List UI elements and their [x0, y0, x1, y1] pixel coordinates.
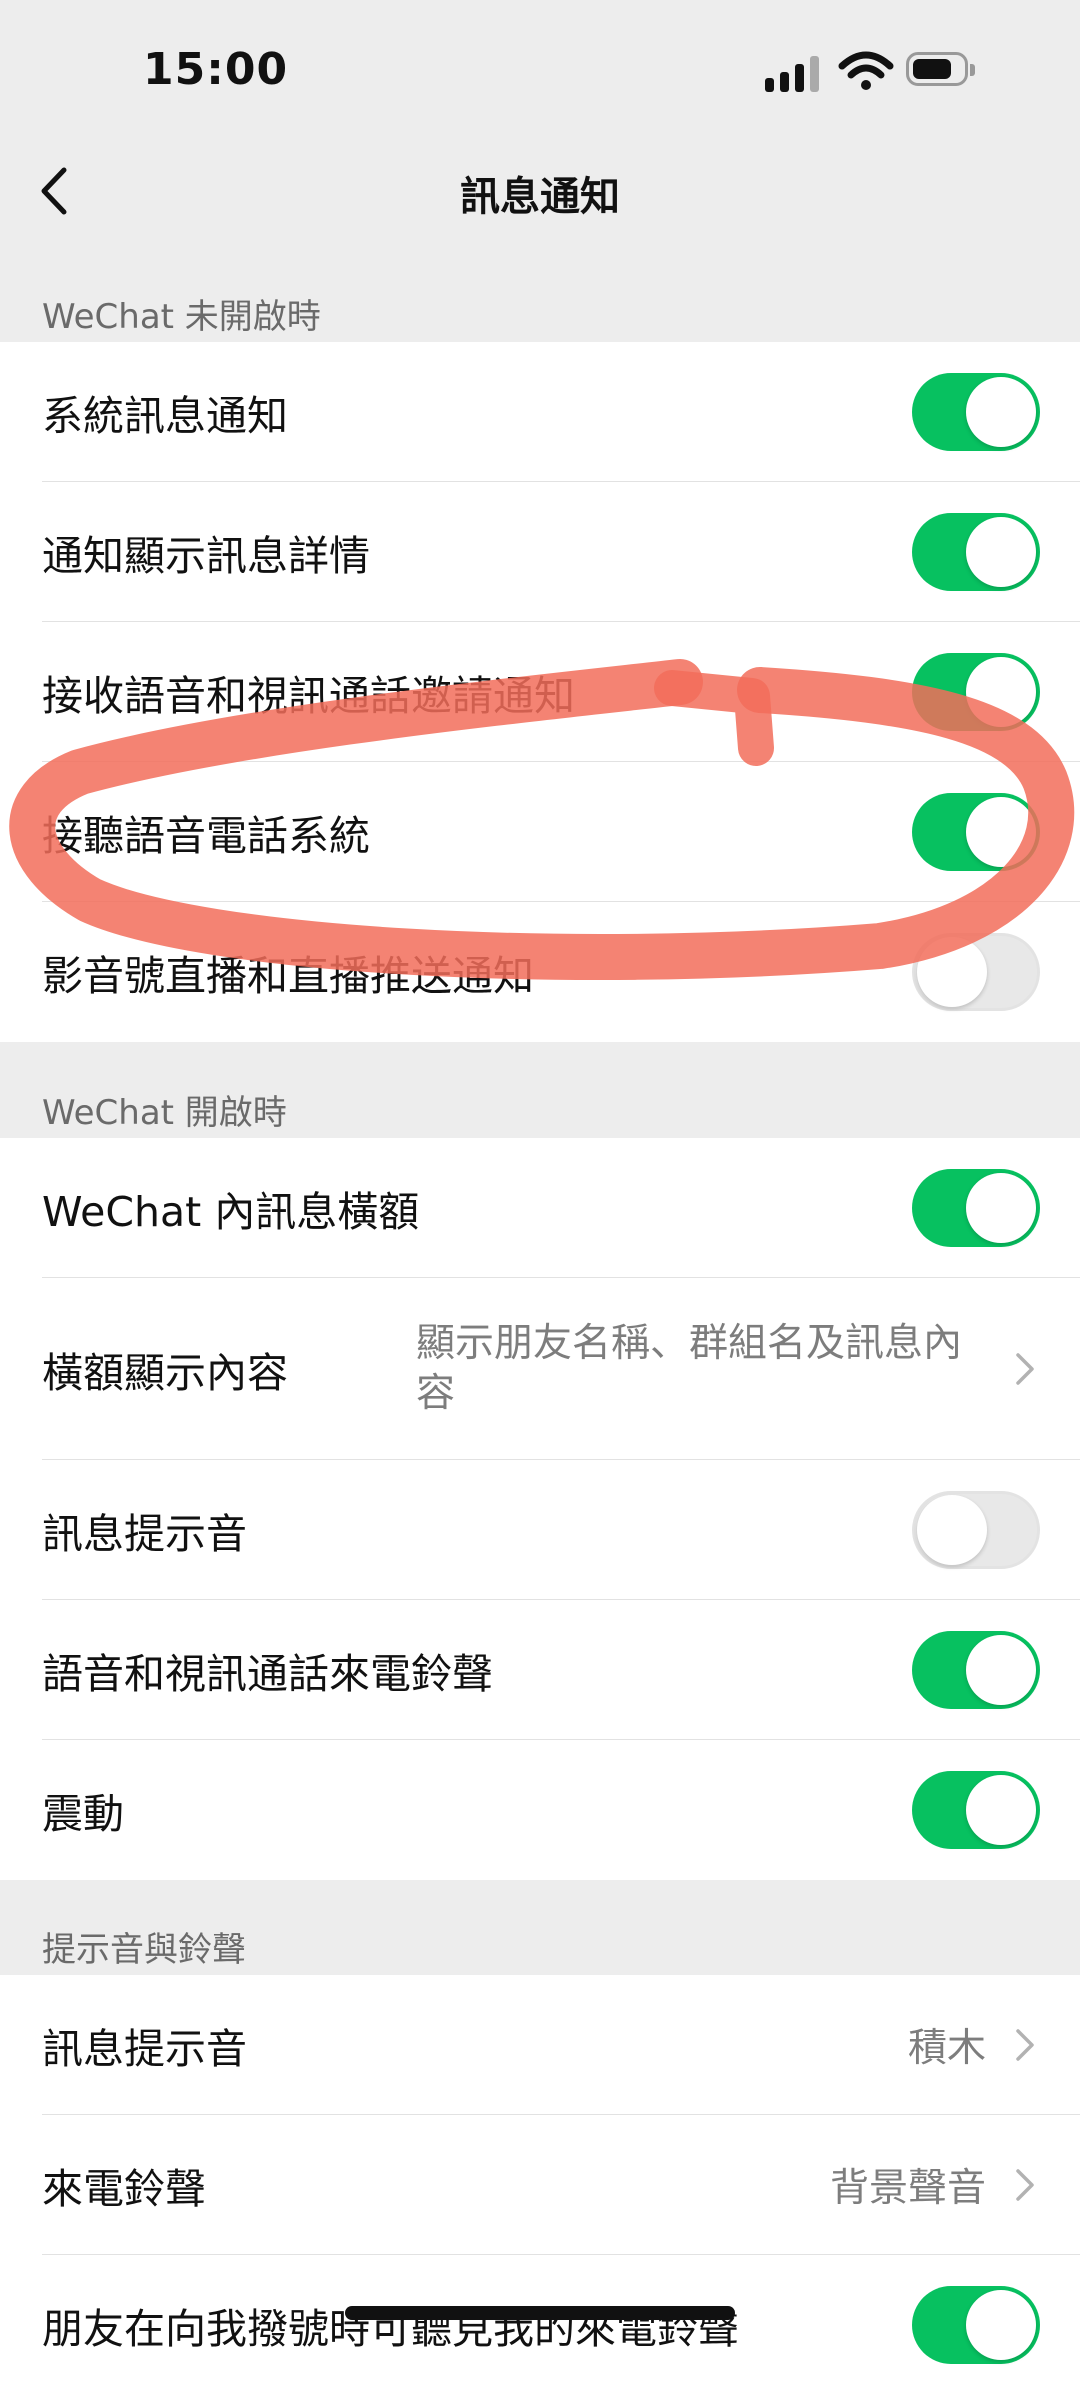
call-invite-notification-toggle[interactable] — [912, 653, 1040, 731]
setting-row-system-notification[interactable]: 系統訊息通知 — [0, 342, 1080, 482]
page-title: 訊息通知 — [460, 174, 620, 220]
row-label: 訊息提示音 — [42, 2025, 247, 2073]
toggle-knob — [966, 2290, 1036, 2360]
chevron-right-icon — [1016, 2029, 1034, 2061]
setting-row-incoming-ringtone[interactable]: 來電鈴聲 背景聲音 — [0, 2115, 1080, 2255]
chevron-right-icon — [1016, 2169, 1034, 2201]
status-time: 15:00 — [143, 44, 289, 95]
row-label: 接聽語音電話系統 — [42, 812, 370, 860]
live-stream-notification-toggle[interactable] — [912, 933, 1040, 1011]
setting-row-show-message-details[interactable]: 通知顯示訊息詳情 — [0, 482, 1080, 622]
message-sound-value: 積木 — [907, 2026, 986, 2071]
show-message-details-toggle[interactable] — [912, 513, 1040, 591]
row-label: 朋友在向我撥號時可聽見我的來電鈴聲 — [42, 2305, 739, 2353]
toggle-knob — [966, 1173, 1036, 1243]
toggle-knob — [966, 517, 1036, 587]
toggle-knob — [917, 1495, 987, 1565]
toggle-knob — [966, 1775, 1036, 1845]
answer-voice-call-system-toggle[interactable] — [912, 793, 1040, 871]
setting-row-in-app-banner[interactable]: WeChat 內訊息橫額 — [0, 1138, 1080, 1278]
setting-row-banner-content[interactable]: 橫額顯示內容 顯示朋友名稱、群組名及訊息內容 — [0, 1278, 1080, 1460]
chevron-right-icon — [1016, 1353, 1034, 1385]
row-label: 系統訊息通知 — [42, 392, 288, 440]
toggle-knob — [966, 657, 1036, 727]
toggle-knob — [966, 1635, 1036, 1705]
toggle-knob — [966, 797, 1036, 867]
call-ringtone-toggle[interactable] — [912, 1631, 1040, 1709]
vibration-toggle[interactable] — [912, 1771, 1040, 1849]
cellular-signal-icon — [765, 56, 821, 92]
setting-row-call-ringtone[interactable]: 語音和視訊通話來電鈴聲 — [0, 1600, 1080, 1740]
status-bar: 15:00 — [0, 0, 1080, 140]
section-header-wechat-closed: WeChat 未開啟時 — [42, 297, 321, 337]
friends-hear-ringtone-toggle[interactable] — [912, 2286, 1040, 2364]
setting-row-vibration[interactable]: 震動 — [0, 1740, 1080, 1880]
section-header-sounds-ringtones: 提示音與鈴聲 — [42, 1930, 246, 1970]
settings-group-wechat-open: WeChat 內訊息橫額 橫額顯示內容 顯示朋友名稱、群組名及訊息內容 訊息提示… — [0, 1138, 1080, 1880]
row-label: 影音號直播和直播推送通知 — [42, 952, 534, 1000]
setting-row-live-stream-notification[interactable]: 影音號直播和直播推送通知 — [0, 902, 1080, 1042]
row-label: 來電鈴聲 — [42, 2165, 206, 2213]
toggle-knob — [917, 937, 987, 1007]
home-indicator — [345, 2306, 735, 2320]
setting-row-friends-hear-ringtone[interactable]: 朋友在向我撥號時可聽見我的來電鈴聲 — [0, 2255, 1080, 2395]
section-header-wechat-open: WeChat 開啟時 — [42, 1093, 287, 1133]
row-label: WeChat 內訊息橫額 — [42, 1188, 420, 1236]
message-alert-sound-toggle[interactable] — [912, 1491, 1040, 1569]
system-notification-toggle[interactable] — [912, 373, 1040, 451]
row-label: 震動 — [42, 1790, 124, 1838]
row-label: 語音和視訊通話來電鈴聲 — [42, 1650, 493, 1698]
in-app-banner-toggle[interactable] — [912, 1169, 1040, 1247]
row-label: 通知顯示訊息詳情 — [42, 532, 370, 580]
setting-row-message-alert-sound[interactable]: 訊息提示音 — [0, 1460, 1080, 1600]
navigation-bar: 訊息通知 — [0, 140, 1080, 240]
row-label: 橫額顯示內容 — [42, 1349, 288, 1397]
row-label: 接收語音和視訊通話邀請通知 — [42, 672, 575, 720]
battery-icon — [906, 52, 978, 88]
setting-row-message-sound[interactable]: 訊息提示音 積木 — [0, 1975, 1080, 2115]
banner-content-value: 顯示朋友名稱、群組名及訊息內容 — [416, 1321, 963, 1416]
setting-row-call-invite-notification[interactable]: 接收語音和視訊通話邀請通知 — [0, 622, 1080, 762]
wifi-icon — [838, 51, 894, 90]
toggle-knob — [966, 377, 1036, 447]
incoming-ringtone-value: 背景聲音 — [829, 2166, 986, 2211]
row-label: 訊息提示音 — [42, 1510, 247, 1558]
settings-group-sounds-ringtones: 訊息提示音 積木 來電鈴聲 背景聲音 朋友在向我撥號時可聽見我的來電鈴聲 — [0, 1975, 1080, 2395]
settings-group-wechat-closed: 系統訊息通知 通知顯示訊息詳情 接收語音和視訊通話邀請通知 接聽語音電話系統 影… — [0, 342, 1080, 1042]
setting-row-answer-voice-call-system[interactable]: 接聽語音電話系統 — [0, 762, 1080, 902]
